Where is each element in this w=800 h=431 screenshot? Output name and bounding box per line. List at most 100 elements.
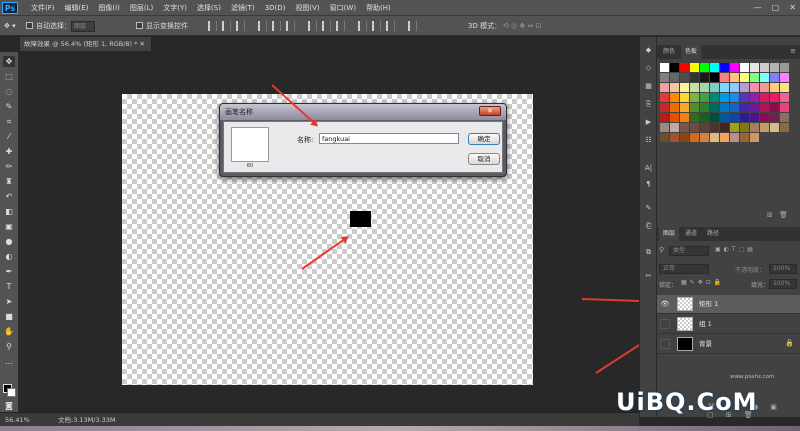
layer-row[interactable]: 👁 矩形 1: [657, 295, 800, 314]
color-swatch[interactable]: [760, 73, 769, 82]
color-swatch[interactable]: [730, 83, 739, 92]
tab-channels[interactable]: 通道: [681, 227, 701, 241]
dialog-close-button[interactable]: ✕: [479, 106, 501, 116]
color-swatch[interactable]: [750, 63, 759, 72]
color-swatch[interactable]: [780, 73, 789, 82]
distribute-bottom-icon[interactable]: [336, 21, 345, 31]
color-swatch[interactable]: [750, 73, 759, 82]
crop-tool-icon[interactable]: ⌗: [3, 116, 15, 127]
lasso-tool-icon[interactable]: ◌: [3, 86, 15, 97]
color-swatch[interactable]: [740, 113, 749, 122]
color-swatch[interactable]: [700, 73, 709, 82]
gradient-tool-icon[interactable]: ▣: [3, 221, 15, 232]
distribute-top-icon[interactable]: [308, 21, 317, 31]
shape-tool-icon[interactable]: ■: [3, 311, 15, 322]
color-swatch[interactable]: [730, 113, 739, 122]
color-swatch[interactable]: [680, 93, 689, 102]
color-swatch[interactable]: [660, 83, 669, 92]
color-swatch[interactable]: [690, 123, 699, 132]
properties-panel-icon[interactable]: ☷: [643, 135, 654, 146]
document-info[interactable]: 文档:3.13M/3.33M: [58, 413, 116, 427]
3d-mode-icons[interactable]: ⟲ ◎ ✥ ⇔ ⊡: [503, 16, 541, 36]
layer-row[interactable]: 背景 🔒: [657, 335, 800, 354]
filter-search-icon[interactable]: ⚲: [659, 246, 664, 254]
color-swatch[interactable]: [680, 83, 689, 92]
color-swatch[interactable]: [700, 113, 709, 122]
color-swatch[interactable]: [670, 123, 679, 132]
color-swatch[interactable]: [750, 103, 759, 112]
ok-button[interactable]: 确定: [468, 133, 500, 145]
color-swatch[interactable]: [700, 123, 709, 132]
color-swatch[interactable]: [780, 123, 789, 132]
menu-item[interactable]: 窗口(W): [325, 0, 361, 16]
align-hcenter-icon[interactable]: [272, 21, 281, 31]
color-swatch[interactable]: [740, 83, 749, 92]
color-swatch[interactable]: [670, 133, 679, 142]
color-swatch[interactable]: [660, 63, 669, 72]
menu-item[interactable]: 图像(I): [93, 0, 125, 16]
clone-source-panel-icon[interactable]: ⎗: [643, 221, 654, 232]
color-swatch[interactable]: [660, 103, 669, 112]
color-swatch[interactable]: [690, 63, 699, 72]
menu-item[interactable]: 文件(F): [26, 0, 60, 16]
color-swatch[interactable]: [780, 113, 789, 122]
auto-select-dropdown[interactable]: 图层: [71, 20, 95, 32]
brush-name-input[interactable]: [319, 133, 459, 144]
black-rectangle-shape[interactable]: [350, 211, 371, 227]
color-swatch[interactable]: [780, 103, 789, 112]
layer-filter-icons[interactable]: ▣◐T⬚▤: [715, 246, 756, 253]
color-swatch[interactable]: [760, 113, 769, 122]
minimize-button[interactable]: —: [754, 2, 762, 14]
menu-item[interactable]: 编辑(E): [60, 0, 94, 16]
tab-layers[interactable]: 图层: [659, 227, 680, 241]
menu-item[interactable]: 3D(D): [260, 0, 291, 16]
auto-select-option[interactable]: 自动选择： 图层: [26, 16, 95, 36]
color-swatch[interactable]: [770, 93, 779, 102]
fill-field[interactable]: 100%: [769, 279, 797, 289]
color-swatch[interactable]: [680, 103, 689, 112]
color-swatch[interactable]: [740, 73, 749, 82]
color-swatch[interactable]: [770, 103, 779, 112]
history-panel-icon[interactable]: ⎘: [643, 99, 654, 110]
cancel-button[interactable]: 取消: [468, 153, 500, 165]
menu-item[interactable]: 文字(Y): [158, 0, 192, 16]
color-swatch[interactable]: [700, 63, 709, 72]
color-swatch[interactable]: [690, 113, 699, 122]
align-vcenter-icon[interactable]: [222, 21, 231, 31]
menu-item[interactable]: 帮助(H): [361, 0, 396, 16]
color-panel-icon[interactable]: ◆: [643, 45, 654, 56]
path-select-tool-icon[interactable]: ➤: [3, 296, 15, 307]
new-swatch-icon[interactable]: ⊞: [767, 211, 773, 219]
color-swatch[interactable]: [720, 83, 729, 92]
color-swatch[interactable]: [700, 93, 709, 102]
color-swatch[interactable]: [670, 113, 679, 122]
show-transform-option[interactable]: 显示变换控件: [136, 16, 188, 36]
document-tab[interactable]: 故障效果 @ 56.4% (矩形 1, RGB/8) * ✕: [20, 37, 152, 51]
color-swatch[interactable]: [670, 73, 679, 82]
color-swatch[interactable]: [690, 93, 699, 102]
tab-color[interactable]: 颜色: [659, 45, 679, 59]
eraser-tool-icon[interactable]: ◧: [3, 206, 15, 217]
color-swatch[interactable]: [760, 93, 769, 102]
auto-align-icon[interactable]: [408, 21, 417, 31]
color-swatch[interactable]: [770, 73, 779, 82]
lock-icons[interactable]: ▦✎✥⊡🔒: [681, 279, 724, 286]
align-right-icon[interactable]: [286, 21, 295, 31]
color-swatch[interactable]: [740, 93, 749, 102]
move-tool-icon[interactable]: ✥ ▾: [4, 16, 16, 36]
color-swatch[interactable]: [700, 83, 709, 92]
color-swatch[interactable]: [660, 73, 669, 82]
color-swatch[interactable]: [730, 123, 739, 132]
color-swatch[interactable]: [730, 73, 739, 82]
color-swatch[interactable]: [720, 73, 729, 82]
color-swatch[interactable]: [690, 83, 699, 92]
color-swatch[interactable]: [750, 93, 759, 102]
color-swatch[interactable]: [730, 63, 739, 72]
color-swatch[interactable]: [760, 123, 769, 132]
dialog-titlebar[interactable]: 画笔名称 ✕: [220, 104, 506, 120]
color-swatch[interactable]: [730, 133, 739, 142]
color-swatch[interactable]: [750, 113, 759, 122]
adjustments-panel-icon[interactable]: ◇: [643, 63, 654, 74]
color-swatch[interactable]: [680, 133, 689, 142]
close-window-button[interactable]: ✕: [789, 2, 796, 14]
